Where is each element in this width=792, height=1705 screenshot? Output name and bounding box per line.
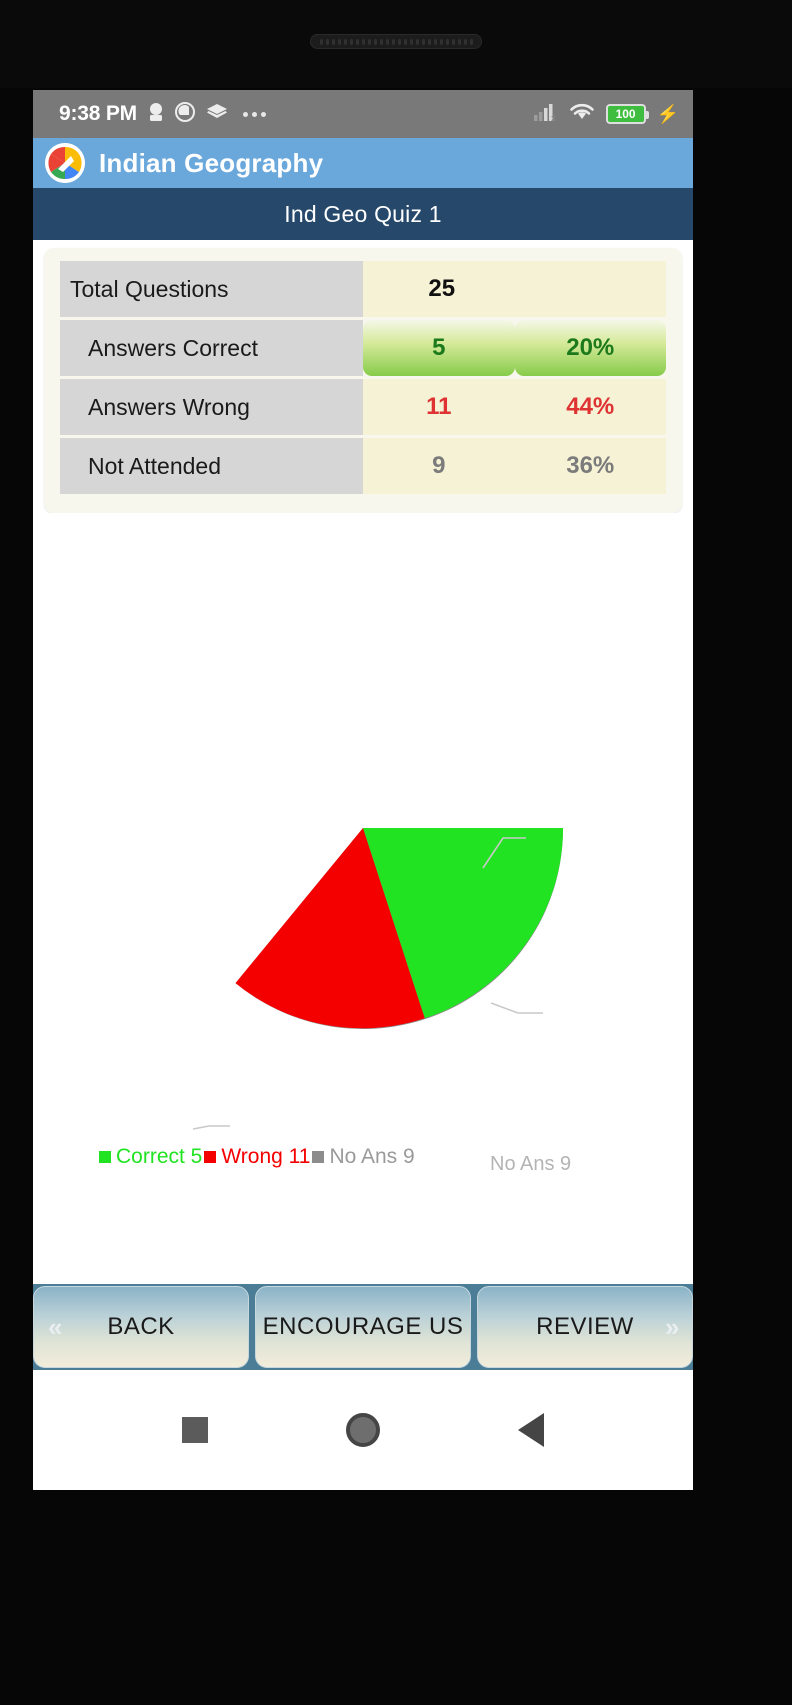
charging-bolt-icon: ⚡ (656, 104, 679, 124)
cellular-signal-icon: x (533, 102, 558, 127)
summary-card: Total Questions 25 Answers Correct 5 20%… (44, 248, 682, 513)
legend-swatch-noans-icon (312, 1151, 325, 1163)
back-button[interactable]: « BACK (33, 1286, 249, 1368)
leader-line-correct (490, 1002, 543, 1014)
table-row: Total Questions 25 (60, 261, 666, 317)
review-button-label: REVIEW (536, 1313, 634, 1340)
wifi-icon (569, 102, 595, 127)
circle-home-icon[interactable] (346, 1413, 380, 1447)
status-clock: 9:38 PM (59, 102, 137, 125)
bottom-button-bar: « BACK ENCOURAGE US REVIEW » (33, 1284, 693, 1370)
quiz-subtitle-bar: Ind Geo Quiz 1 (33, 188, 693, 240)
encourage-us-button[interactable]: ENCOURAGE US (255, 1286, 471, 1368)
pie-label-noans: No Ans 9 (490, 1153, 572, 1175)
legend-item-correct: Correct 5 (99, 1145, 202, 1169)
status-bar: 9:38 PM x 100 ⚡ (33, 90, 693, 138)
battery-icon: 100 (605, 104, 649, 124)
summary-table: Total Questions 25 Answers Correct 5 20%… (60, 258, 666, 497)
row-label-answers-wrong: Answers Wrong (60, 379, 363, 435)
row-value-total-questions: 25 (363, 261, 515, 317)
row-percent-not-attended: 36% (514, 438, 666, 494)
more-dots-icon (242, 111, 266, 117)
phone-frame: 9:38 PM x 100 ⚡ Indian Geography Ind Geo… (0, 0, 792, 1705)
app-title-bar: Indian Geography (33, 138, 693, 188)
row-value-not-attended: 9 (363, 438, 515, 494)
legend-item-wrong: Wrong 11 (204, 1145, 310, 1169)
earpiece-speaker (310, 34, 482, 49)
layers-icon (206, 102, 228, 127)
device-screen: 9:38 PM x 100 ⚡ Indian Geography Ind Geo… (33, 90, 693, 1490)
review-button[interactable]: REVIEW » (477, 1286, 693, 1368)
encourage-us-button-label: ENCOURAGE US (262, 1313, 464, 1340)
record-icon (174, 101, 195, 127)
row-value-answers-wrong: 11 (363, 379, 515, 435)
results-pie-chart: No Ans 9 Wrong 11 Correct 5 (33, 513, 693, 1490)
row-value-answers-correct: 5 (363, 320, 515, 376)
table-row: Answers Correct 5 20% (60, 320, 666, 376)
row-label-answers-correct: Answers Correct (60, 320, 363, 376)
svg-text:x: x (551, 113, 556, 122)
legend-label-noans: No Ans 9 (329, 1145, 415, 1168)
row-label-not-attended: Not Attended (60, 438, 363, 494)
legend-item-noans: No Ans 9 (312, 1145, 415, 1169)
chevron-right-icon: » (665, 1311, 680, 1342)
row-label-total-questions: Total Questions (60, 261, 363, 317)
row-percent-answers-wrong: 44% (514, 379, 666, 435)
back-button-label: BACK (107, 1313, 175, 1340)
app-title-text: Indian Geography (99, 147, 324, 178)
user-icon (148, 102, 164, 127)
status-bar-right: x 100 ⚡ (533, 102, 679, 127)
quiz-name-text: Ind Geo Quiz 1 (284, 200, 442, 227)
triangle-back-icon[interactable] (518, 1413, 544, 1447)
table-row: Answers Wrong 11 44% (60, 379, 666, 435)
leader-line-wrong (192, 1125, 230, 1130)
chevron-left-icon: « (48, 1311, 63, 1342)
legend-swatch-correct-icon (99, 1151, 111, 1163)
legend-label-correct: Correct 5 (116, 1145, 203, 1168)
legend-swatch-wrong-icon (204, 1151, 217, 1163)
table-row: Not Attended 9 36% (60, 438, 666, 494)
chart-legend: Correct 5 Wrong 11 No Ans 9 (99, 1145, 415, 1169)
square-recents-icon[interactable] (182, 1417, 208, 1443)
row-percent-total-questions (514, 261, 666, 317)
phone-bezel-top (0, 0, 792, 88)
row-percent-answers-correct: 20% (514, 320, 666, 376)
pie-chart-svg (192, 828, 564, 1130)
summary-card-wrapper: Total Questions 25 Answers Correct 5 20%… (33, 240, 693, 513)
android-nav-bar (33, 1370, 693, 1490)
status-bar-left: 9:38 PM (59, 101, 266, 127)
legend-label-wrong: Wrong 11 (221, 1145, 311, 1168)
app-logo-icon (45, 143, 85, 183)
battery-level-text: 100 (615, 107, 636, 121)
